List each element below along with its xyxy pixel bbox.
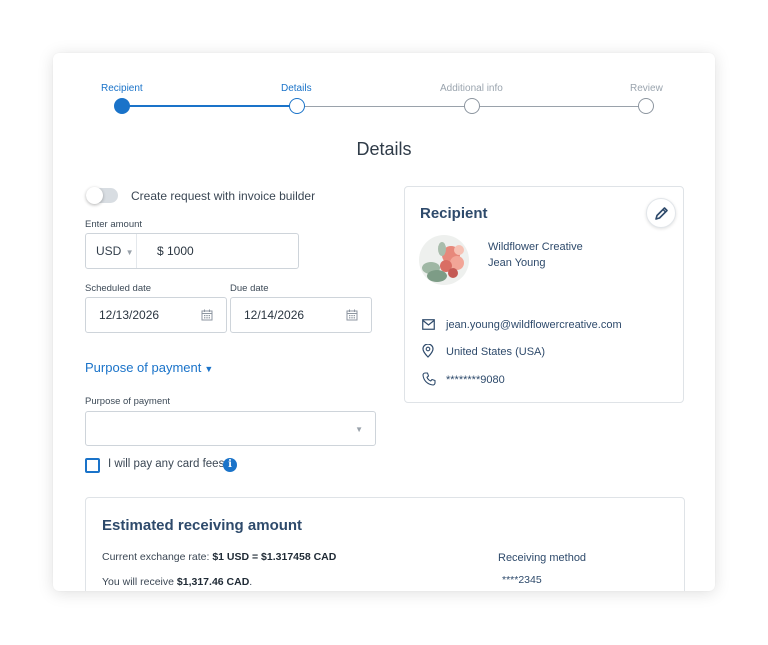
toggle-knob — [86, 187, 103, 204]
recipient-person: Jean Young — [488, 257, 546, 269]
amount-input[interactable]: $ 1000 — [157, 244, 194, 258]
amount-label: Enter amount — [85, 219, 143, 230]
estimated-receiving-panel: Estimated receiving amount Current excha… — [85, 497, 685, 591]
currency-select[interactable]: USD ▼ — [96, 244, 133, 258]
pencil-icon — [655, 207, 668, 220]
caret-down-icon: ▼ — [204, 364, 214, 374]
exchange-rate-line: Current exchange rate: $1 USD = $1.31745… — [102, 551, 337, 563]
receive-amount-line: You will receive $1,317.46 CAD. — [102, 576, 253, 588]
recipient-title: Recipient — [420, 205, 488, 222]
recipient-panel: Recipient Wildflower Creative Jean Young — [404, 186, 684, 403]
card-fees-label: I will pay any card fees — [108, 458, 225, 470]
estimate-title: Estimated receiving amount — [102, 517, 303, 534]
step-dot-review — [638, 98, 654, 114]
purpose-select-label: Purpose of payment — [85, 396, 171, 407]
receive-amount-value: $1,317.46 CAD — [176, 576, 250, 588]
location-pin-icon — [422, 344, 434, 358]
due-date-label: Due date — [230, 283, 269, 294]
amount-field[interactable]: USD ▼ $ 1000 — [85, 233, 299, 269]
payment-request-card: Recipient Details Additional info Review… — [53, 53, 715, 591]
receiving-method-value: ****2345 — [502, 574, 542, 586]
exchange-rate-value: $1 USD = $1.317458 CAD — [212, 551, 337, 563]
chevron-down-icon: ▼ — [123, 248, 134, 257]
purpose-of-payment-link[interactable]: Purpose of payment ▼ — [85, 360, 213, 375]
step-dot-details[interactable] — [289, 98, 305, 114]
recipient-phone: ********9080 — [446, 374, 505, 386]
invoice-builder-toggle[interactable] — [86, 187, 118, 204]
step-label-review: Review — [630, 83, 663, 94]
chevron-down-icon: ▼ — [355, 425, 363, 434]
amount-divider — [136, 234, 137, 268]
receiving-method-label: Receiving method — [498, 552, 587, 564]
step-label-recipient[interactable]: Recipient — [101, 83, 143, 94]
step-dot-additional-info — [464, 98, 480, 114]
scheduled-date-field[interactable]: 12/13/2026 — [85, 297, 227, 333]
stepper-progress-line — [121, 105, 297, 107]
card-fees-checkbox[interactable] — [85, 458, 100, 473]
step-label-additional-info: Additional info — [440, 83, 503, 94]
avatar — [419, 235, 469, 285]
mail-icon — [422, 319, 435, 330]
step-dot-recipient[interactable] — [114, 98, 130, 114]
info-icon[interactable]: i — [223, 458, 237, 472]
calendar-icon[interactable] — [201, 309, 213, 321]
calendar-icon[interactable] — [346, 309, 358, 321]
recipient-company: Wildflower Creative — [488, 241, 583, 253]
invoice-builder-toggle-label: Create request with invoice builder — [131, 189, 316, 203]
phone-icon — [422, 372, 436, 386]
recipient-email: jean.young@wildflowercreative.com — [446, 319, 622, 331]
purpose-select[interactable]: ▼ — [85, 411, 376, 446]
step-label-details[interactable]: Details — [281, 83, 312, 94]
scheduled-date-value: 12/13/2026 — [99, 308, 160, 322]
due-date-value: 12/14/2026 — [244, 308, 305, 322]
edit-recipient-button[interactable] — [646, 198, 676, 228]
scheduled-date-label: Scheduled date — [85, 283, 152, 294]
due-date-field[interactable]: 12/14/2026 — [230, 297, 372, 333]
recipient-country: United States (USA) — [446, 346, 546, 358]
page-title: Details — [356, 139, 412, 159]
